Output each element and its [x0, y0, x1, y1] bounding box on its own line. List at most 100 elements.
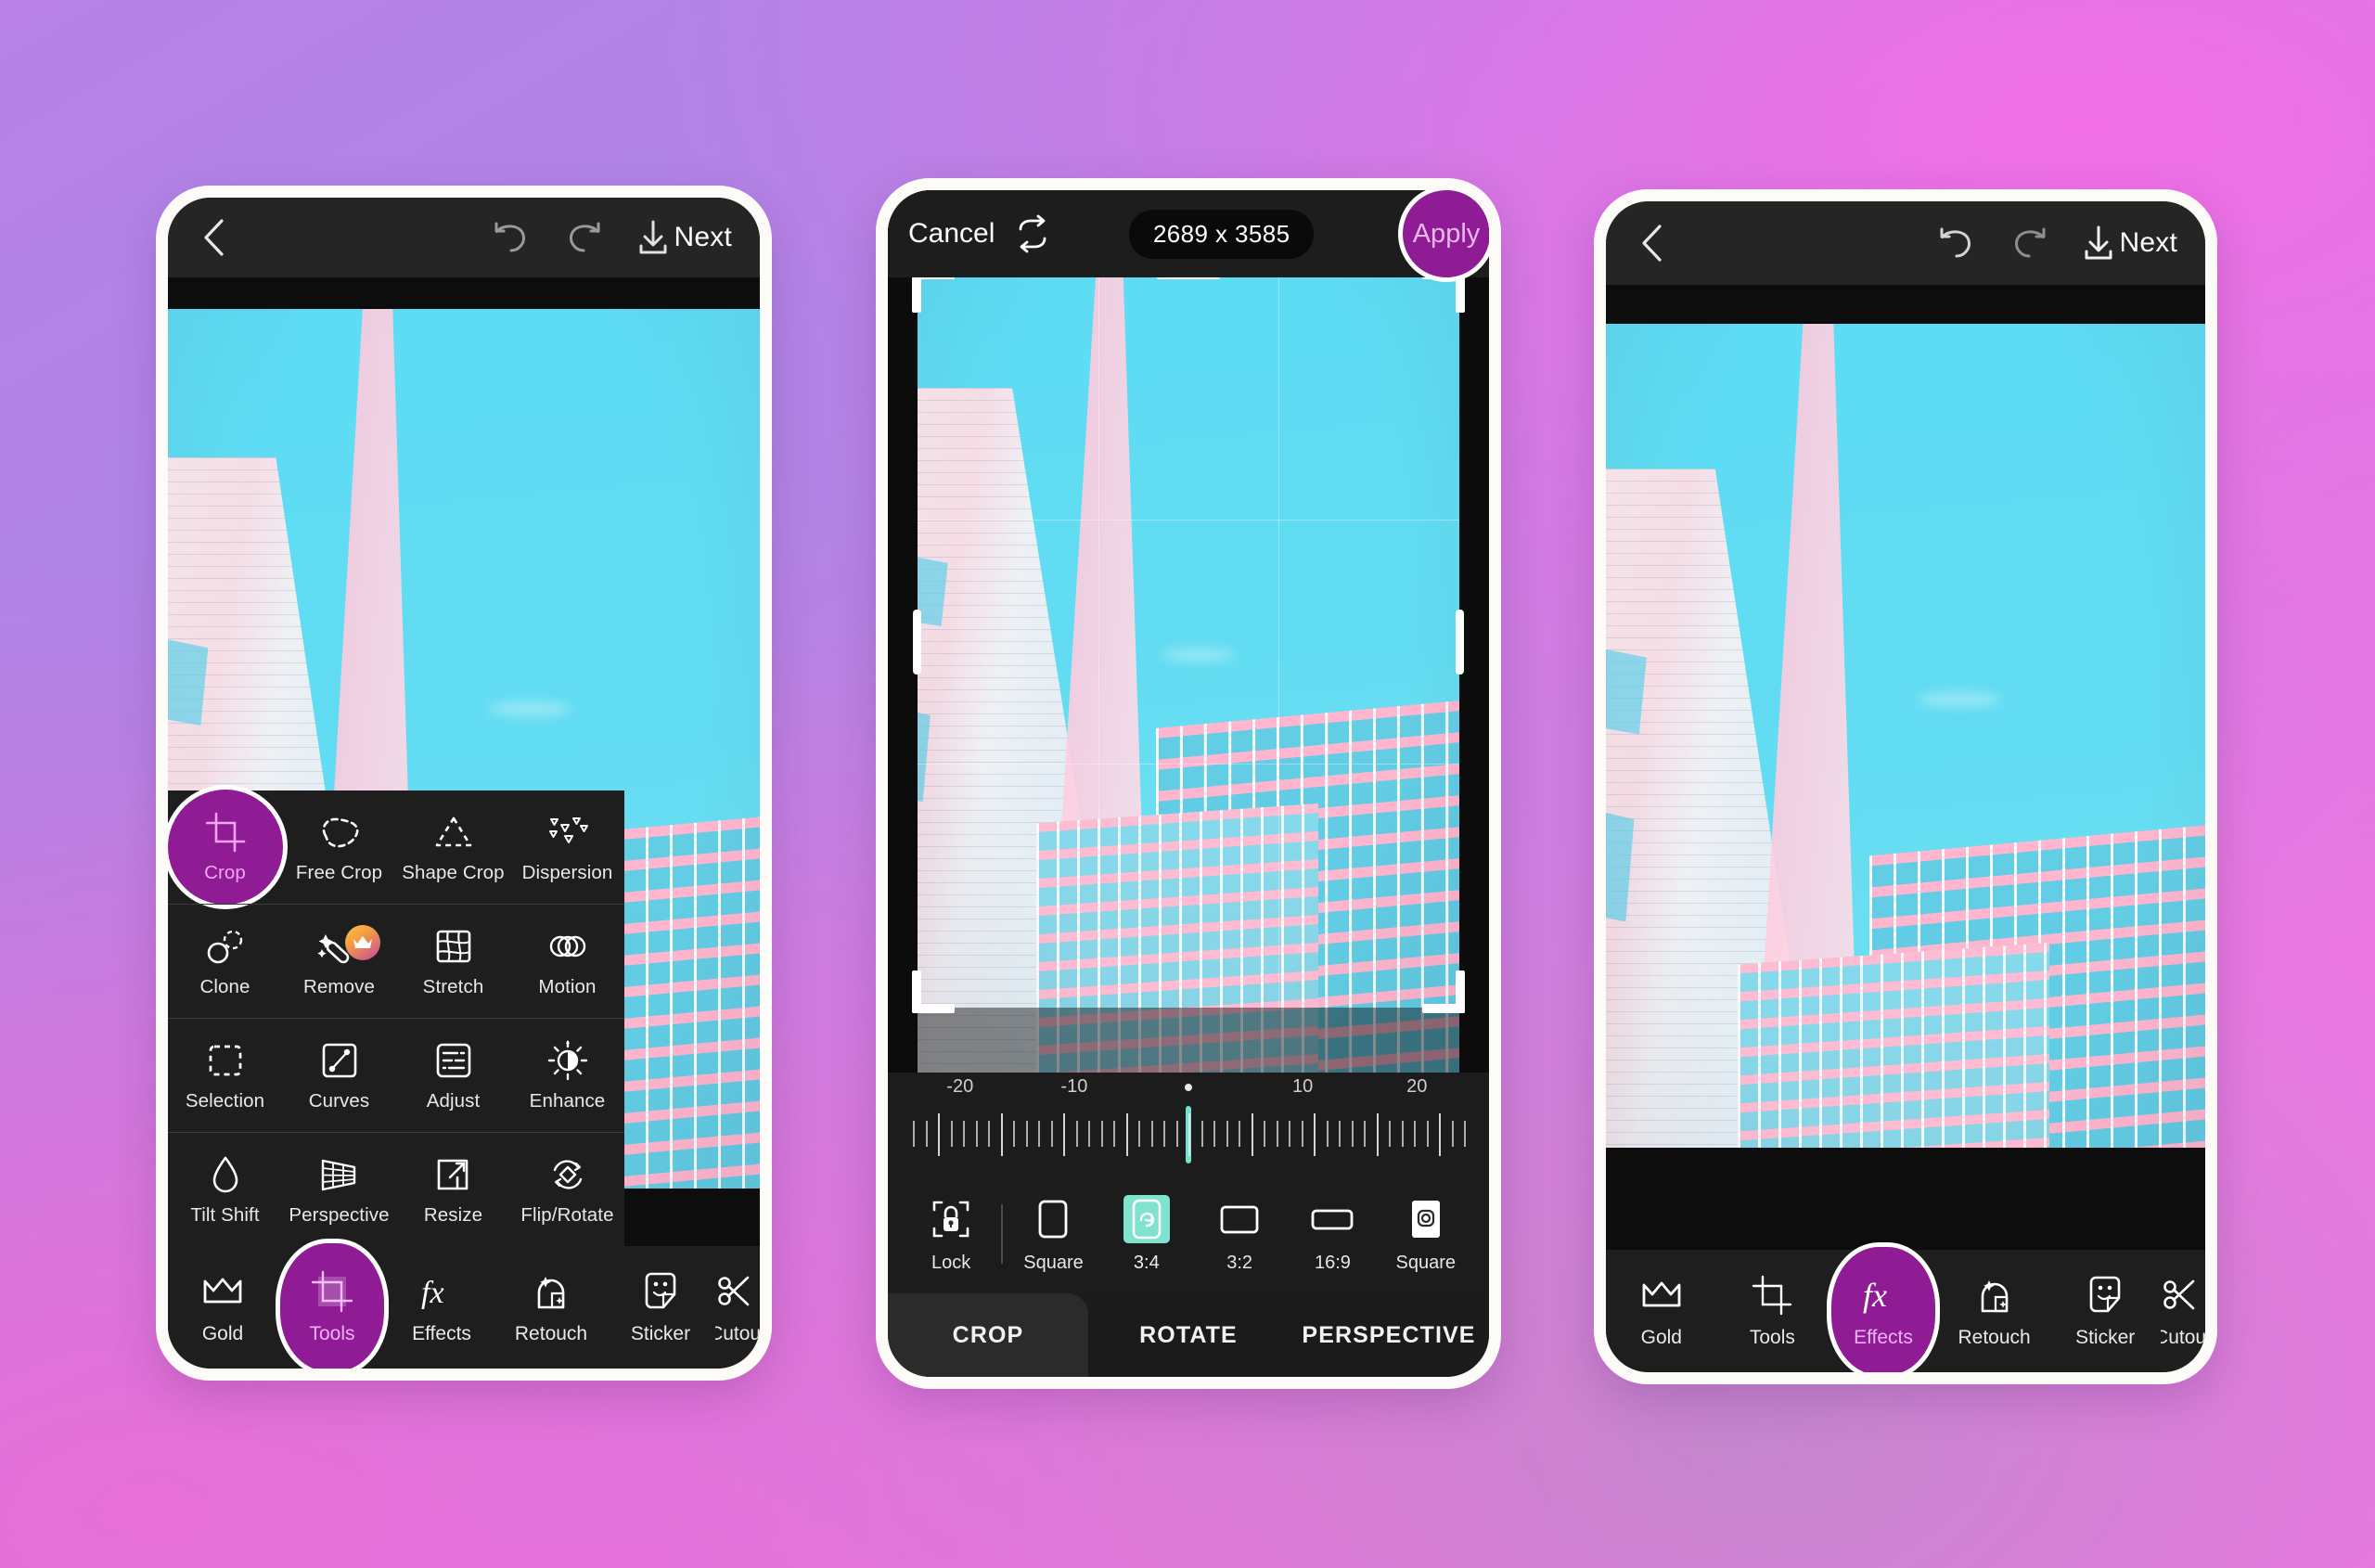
crop-stage[interactable]: [888, 190, 1489, 1089]
nav-item-effects[interactable]: fx Effects: [387, 1246, 496, 1369]
crop-icon: [204, 811, 247, 854]
phone3-letterbox-bottom: [1606, 1148, 2205, 1250]
tool-enhance[interactable]: Enhance: [510, 1019, 624, 1132]
ratio-label: Lock: [931, 1252, 971, 1273]
tool-motion[interactable]: Motion: [510, 905, 624, 1018]
stretch-icon: [433, 925, 474, 968]
tool-flip-rotate[interactable]: Flip/Rotate: [510, 1133, 624, 1246]
ratio-item-16-9[interactable]: 16:9: [1286, 1195, 1379, 1274]
ruler-tick: [1351, 1121, 1354, 1147]
nav-item-cutout[interactable]: Cutout: [2161, 1250, 2205, 1372]
tool-perspective[interactable]: Perspective: [282, 1133, 396, 1246]
tilt-shift-icon: [209, 1153, 242, 1196]
cancel-button[interactable]: Cancel: [908, 218, 995, 250]
crop-handle-right-center[interactable]: [1456, 609, 1464, 675]
tool-resize[interactable]: Resize: [396, 1133, 510, 1246]
tool-label: Clone: [199, 975, 250, 997]
ratio-item-3-4[interactable]: 3:4: [1100, 1194, 1193, 1274]
next-button[interactable]: Next: [2120, 227, 2182, 259]
tab-crop[interactable]: CROP: [888, 1293, 1088, 1377]
ruler-tick: [1150, 1121, 1153, 1147]
nav-item-sticker[interactable]: Sticker: [606, 1246, 715, 1369]
ratio-item-instagram-square[interactable]: Square: [1380, 1195, 1472, 1274]
nav-label: Retouch: [514, 1323, 588, 1344]
nav-item-gold[interactable]: Gold: [1606, 1250, 1717, 1372]
nav-item-cutout[interactable]: Cutout: [715, 1246, 760, 1369]
ruler-tick: [1389, 1121, 1391, 1147]
tool-label: Remove: [303, 975, 375, 997]
ruler-tick: [1451, 1121, 1454, 1147]
tool-label: Stretch: [422, 975, 484, 997]
phone3-photo-canvas[interactable]: [1606, 320, 2205, 1250]
ruler-ticks: [888, 1106, 1489, 1163]
tool-adjust[interactable]: Adjust: [396, 1019, 510, 1132]
undo-icon[interactable]: [1936, 222, 1979, 264]
tool-curves[interactable]: Curves: [282, 1019, 396, 1132]
crop-handle-left-center[interactable]: [913, 609, 921, 675]
rect-portrait-icon: [1034, 1195, 1072, 1243]
ruler-tick: [963, 1121, 965, 1147]
ruler-tick: [1464, 1121, 1466, 1147]
swap-aspect-icon[interactable]: [1011, 212, 1054, 255]
download-icon[interactable]: [632, 216, 674, 259]
tool-crop[interactable]: Crop: [168, 790, 282, 904]
tool-shape-crop[interactable]: Shape Crop: [396, 790, 510, 904]
scissors-icon: [716, 1269, 759, 1314]
nav-item-tools[interactable]: Tools: [277, 1246, 387, 1369]
redo-icon[interactable]: [561, 216, 604, 259]
ruler-tick: [1276, 1121, 1278, 1147]
crop-handle-bottom-left[interactable]: [912, 1004, 955, 1013]
tool-tilt-shift[interactable]: Tilt Shift: [168, 1133, 282, 1246]
undo-icon[interactable]: [491, 216, 533, 259]
tab-perspective[interactable]: PERSPECTIVE: [1289, 1293, 1489, 1377]
rotation-ruler[interactable]: -20 -10 10 20: [888, 1073, 1489, 1175]
back-chevron-left-icon[interactable]: [1630, 222, 1673, 264]
ruler-tick: [1414, 1121, 1416, 1147]
phone-mockup-crop: Cancel 2689 x 3585 Apply -20 -10 10 20 L…: [876, 178, 1501, 1389]
nav-item-tools[interactable]: Tools: [1717, 1250, 1829, 1372]
phone3-bottom-nav: Gold Tools fx Effects Retouch Sticker Cu…: [1606, 1250, 2205, 1372]
apply-button[interactable]: Apply: [1398, 190, 1489, 282]
nav-item-sticker[interactable]: Sticker: [2049, 1250, 2161, 1372]
ratio-label: Square: [1023, 1252, 1084, 1273]
tool-dispersion[interactable]: Dispersion: [510, 790, 624, 904]
redo-icon[interactable]: [2007, 222, 2049, 264]
crop-selection-window[interactable]: [912, 270, 1465, 1013]
phone3-letterbox-top: [1606, 285, 2205, 324]
ruler-tick: [913, 1121, 915, 1147]
ruler-tick: [1050, 1121, 1053, 1147]
crop-handle-bottom-right[interactable]: [1422, 1004, 1465, 1013]
ruler-tick: [1038, 1121, 1040, 1147]
ruler-tick: [1226, 1121, 1228, 1147]
ruler-tick: [1138, 1121, 1140, 1147]
ruler-label: 10: [1291, 1076, 1314, 1097]
tool-label: Free Crop: [295, 861, 383, 883]
ratio-item-square[interactable]: Square: [1007, 1195, 1099, 1274]
nav-item-retouch[interactable]: Retouch: [496, 1246, 606, 1369]
retouch-face-icon: [529, 1269, 573, 1314]
nav-item-effects[interactable]: fx Effects: [1828, 1250, 1939, 1372]
instagram-icon: [1407, 1195, 1444, 1243]
download-icon[interactable]: [2077, 222, 2120, 264]
crop-rule-of-thirds-grid: [918, 276, 1459, 1008]
tool-free-crop[interactable]: Free Crop: [282, 790, 396, 904]
ruler-tick: [938, 1113, 940, 1156]
tool-stretch[interactable]: Stretch: [396, 905, 510, 1018]
ruler-tick: [1339, 1121, 1341, 1147]
ruler-tick: [1239, 1121, 1240, 1147]
back-chevron-left-icon[interactable]: [192, 216, 235, 259]
ruler-tick: [1314, 1113, 1316, 1156]
ratio-item-lock[interactable]: Lock: [905, 1195, 997, 1274]
ruler-tick: [1326, 1121, 1329, 1147]
tool-label: Curves: [308, 1089, 370, 1112]
tool-clone[interactable]: Clone: [168, 905, 282, 1018]
nav-item-retouch[interactable]: Retouch: [1939, 1250, 2050, 1372]
svg-text:fx: fx: [1863, 1277, 1887, 1314]
nav-item-gold[interactable]: Gold: [168, 1246, 277, 1369]
ratio-item-3-2[interactable]: 3:2: [1193, 1195, 1286, 1274]
next-button[interactable]: Next: [674, 222, 737, 253]
tool-remove[interactable]: Remove: [282, 905, 396, 1018]
tab-rotate[interactable]: ROTATE: [1088, 1293, 1289, 1377]
free-crop-icon: [318, 811, 361, 854]
tool-selection[interactable]: Selection: [168, 1019, 282, 1132]
